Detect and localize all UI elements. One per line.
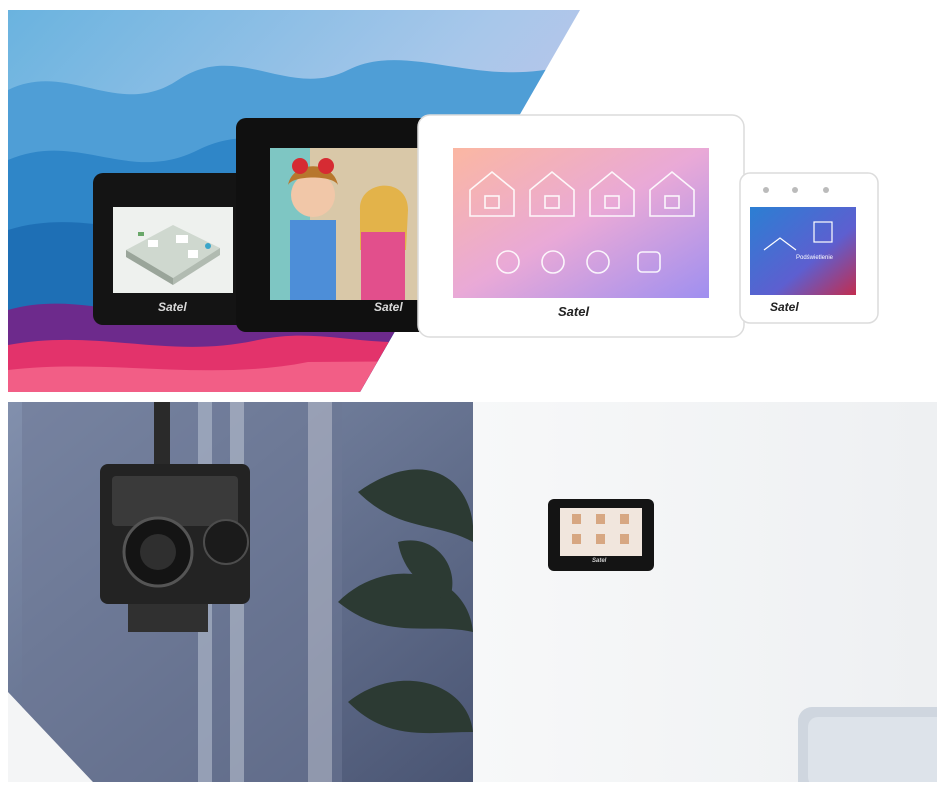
children-photo [270, 148, 420, 300]
logo-keypad-1: Satel [158, 300, 187, 314]
scene-artwork [8, 402, 937, 782]
room-with-camera [8, 402, 473, 782]
status-led-icon [763, 187, 769, 193]
keypad-white-small [739, 172, 879, 324]
logo-keypad-3: Satel [558, 304, 590, 319]
wall-keypad-logo: Satel [592, 558, 607, 564]
small-screen-label: Podświetlenie [796, 255, 834, 261]
logo-keypad-2: Satel [374, 300, 403, 314]
logo-keypad-4: Satel [770, 300, 799, 314]
lifestyle-scene: Satel [8, 402, 937, 782]
product-banner: Satel Satel Satel Satel 22:55:33 Podświe… [8, 10, 937, 392]
keypad-black-large [236, 118, 436, 332]
keypad-clock: 22:55:33 [664, 142, 703, 151]
status-led-icon [792, 187, 798, 193]
armchair [798, 707, 937, 782]
status-led-icon [823, 187, 829, 193]
banner-artwork [8, 10, 879, 392]
